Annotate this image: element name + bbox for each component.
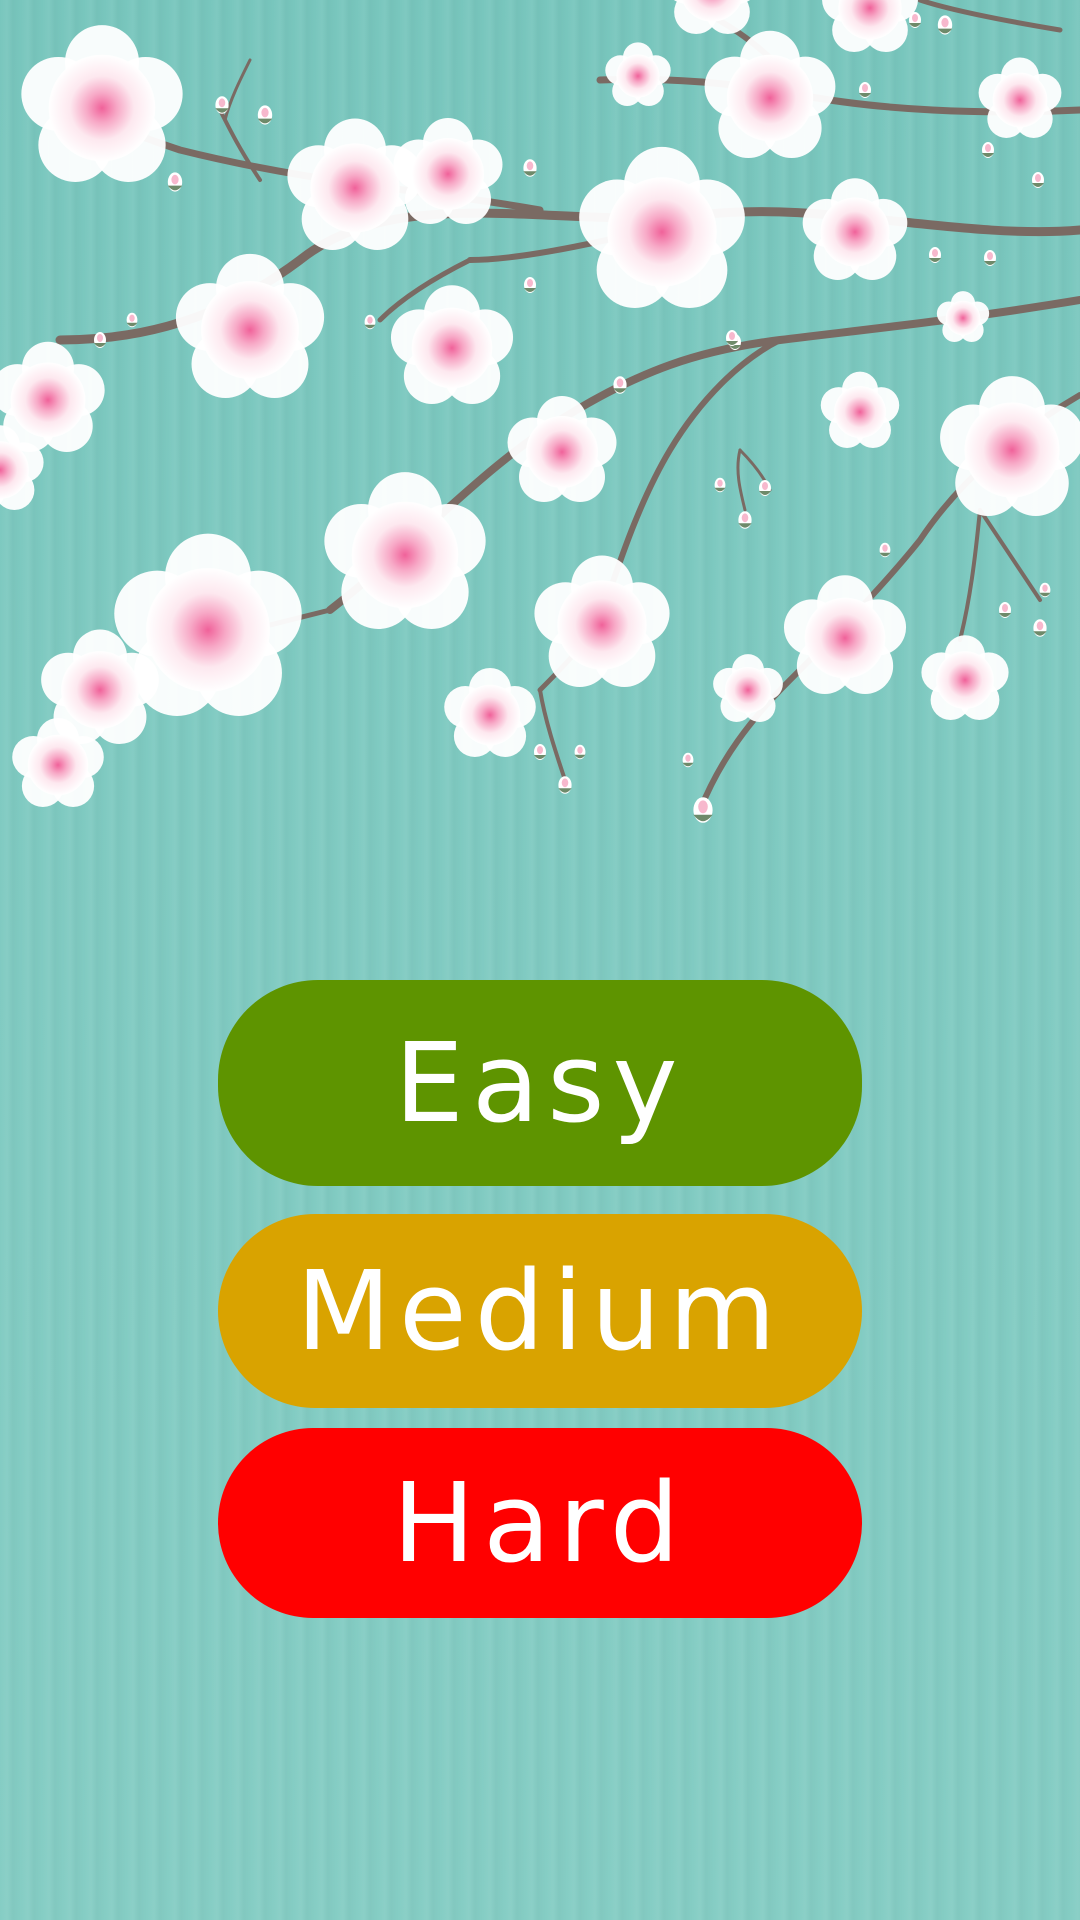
cherry-blossom-branch-illustration: [0, 0, 1080, 823]
easy-button[interactable]: Easy: [218, 980, 862, 1186]
medium-button[interactable]: Medium: [218, 1214, 862, 1408]
hard-button[interactable]: Hard: [218, 1428, 862, 1618]
